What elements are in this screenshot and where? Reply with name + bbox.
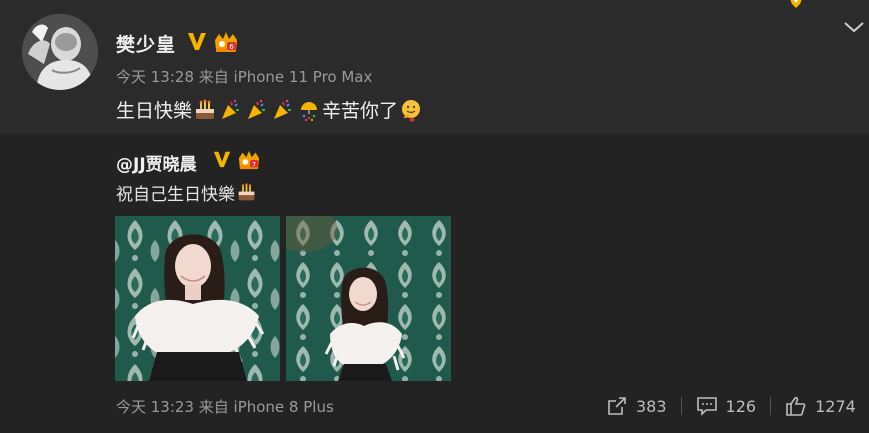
repost-username[interactable]: @JJ贾晓晨 [116,150,197,175]
share-count: 383 [636,396,667,416]
weibo-post-card: 樊少皇 6 今天 13:28 来自 iPhone 11 Pro Max 生日快樂 [0,0,869,433]
cake-emoji-icon [238,183,255,201]
comment-count: 126 [725,396,757,416]
avatar[interactable] [22,14,98,90]
crown-level-icon[interactable]: 6 [212,30,240,54]
post-text: 生日快樂 辛苦你了 [116,96,424,123]
repost-text-content: 祝自己生日快樂 [116,185,235,205]
thumbs-up-icon [786,396,806,416]
reposted-content: @JJ贾晓晨 7 祝自己生日快樂 今天 13:23 来自 iPhone 8 Pl… [0,134,869,433]
action-bar: 383 126 1274 [606,392,856,420]
repost-text: 祝自己生日快樂 [116,180,258,205]
photo-thumbnail[interactable] [286,216,451,381]
divider [770,397,772,415]
share-button[interactable]: 383 [606,392,667,420]
comment-icon [696,397,717,416]
share-icon [608,397,626,415]
comment-button[interactable]: 126 [696,392,757,420]
cake-emoji-icon [196,99,215,119]
post-meta: 今天 13:28 来自 iPhone 11 Pro Max [116,68,373,86]
level-number: 6 [229,43,234,51]
party-popper-icon [222,99,240,119]
like-button[interactable]: 1274 [785,392,856,420]
confetti-ball-icon [301,101,318,121]
username[interactable]: 樊少皇 [116,30,176,57]
chevron-down-icon[interactable] [842,18,866,36]
photo-image [286,216,451,381]
original-post: 樊少皇 6 今天 13:28 来自 iPhone 11 Pro Max 生日快樂 [0,0,869,134]
post-text-tail: 辛苦你了 [322,100,399,122]
repost-meta: 今天 13:23 来自 iPhone 8 Plus [116,398,334,416]
photo-image [115,216,280,381]
verified-v-icon [213,151,231,168]
party-popper-icon [274,99,292,119]
party-popper-icon [248,99,266,119]
post-text-main: 生日快樂 [116,100,193,122]
crown-level-icon[interactable]: 7 [236,149,262,171]
verified-v-icon [188,33,206,50]
divider [680,397,682,415]
photo-thumbnail[interactable] [115,216,280,381]
avatar-photo [22,14,98,90]
partial-badge-icon [790,0,802,8]
like-count: 1274 [815,396,856,416]
level-number: 7 [252,160,256,168]
hug-face-icon [402,99,421,122]
